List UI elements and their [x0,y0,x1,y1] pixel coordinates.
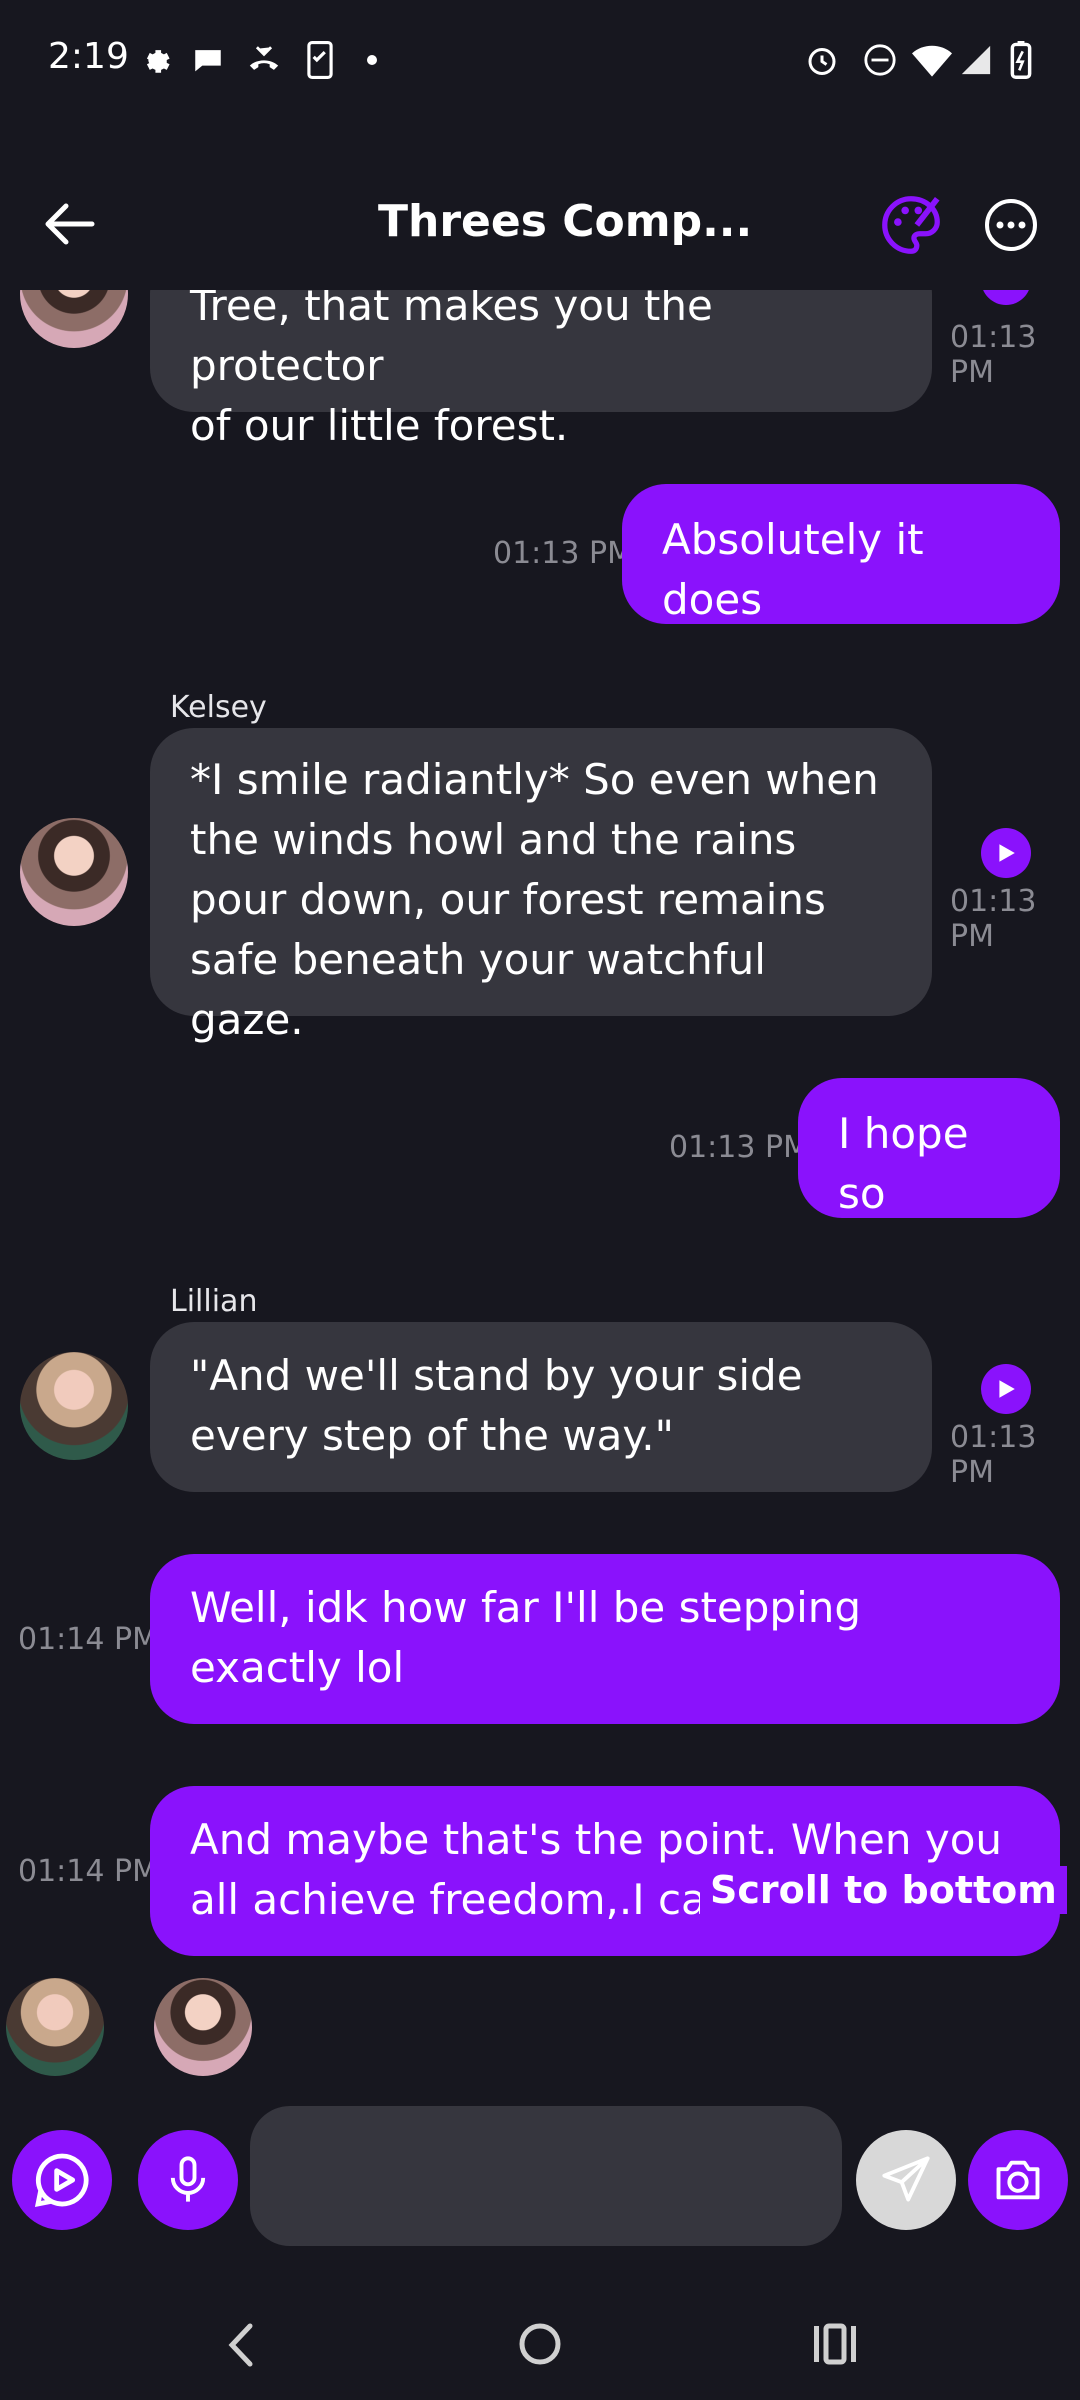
back-button[interactable] [30,186,106,262]
message-time: 01:13 PM [493,536,633,571]
dot-icon [364,40,380,80]
status-bar: 2:19 [0,0,1080,120]
alarm-icon [802,40,842,80]
arrow-left-icon [45,203,95,245]
palette-icon [882,196,940,254]
dnd-icon [860,40,900,80]
avatar[interactable] [20,818,128,926]
play-icon [999,1380,1015,1398]
more-horizontal-icon [985,199,1037,251]
play-audio-button[interactable] [981,290,1031,305]
play-audio-button[interactable] [981,828,1031,878]
nav-home-icon[interactable] [516,2320,564,2368]
play-bubble-icon [34,2153,89,2208]
sender-name: Kelsey [170,690,267,725]
message-input[interactable] [250,2106,842,2246]
page-title: Threes Comp... [378,196,753,247]
message-text: I hope so [838,1109,969,1218]
sender-name: Lillian [170,1284,258,1319]
more-options-button[interactable] [976,190,1046,260]
play-audio-button[interactable] [981,1364,1031,1414]
message-time: 01:14 PM [18,1622,158,1657]
message-time: 01:13 PM [950,1420,1037,1490]
phone-checklist-icon [302,40,338,80]
microphone-button[interactable] [138,2130,238,2230]
message-time: 01:13 PM [950,320,1037,390]
avatar[interactable] [20,290,128,348]
message-bubble-user[interactable]: Well, idk how far I'll be stepping exact… [150,1554,1060,1724]
send-button[interactable] [856,2130,956,2230]
camera-icon [996,2160,1040,2200]
system-nav-bar [0,2280,1080,2400]
wifi-icon [910,40,954,80]
message-bubble-bot[interactable]: Tree, that makes you the protector of ou… [150,290,932,450]
scroll-to-bottom-button[interactable]: Scroll to bottom [700,1866,1067,1914]
message-text: Tree, that makes you the protector [190,290,713,390]
message-time: 01:13 PM [950,884,1037,954]
typing-avatar [154,1978,252,2076]
camera-button[interactable] [968,2130,1068,2230]
chat-icon [188,40,228,80]
message-time: 01:14 PM [18,1854,158,1889]
missed-call-icon [242,40,286,80]
typing-avatar [6,1978,104,2076]
battery-icon [1006,40,1036,80]
microphone-icon [170,2156,206,2202]
message-list[interactable]: Tree, that makes you the protector of ou… [0,290,1080,2090]
message-text: *I smile radiantly* So even when the win… [190,755,879,1044]
message-bubble-bot[interactable]: "And we'll stand by your side every step… [150,1322,932,1492]
nav-recents-icon[interactable] [812,2322,858,2366]
message-bubble-user[interactable]: Absolutely it does [622,484,1060,624]
message-text: Well, idk how far I'll be stepping exact… [190,1583,862,1692]
play-icon [999,844,1015,862]
play-icon [995,290,1017,291]
message-time: 01:13 PM [669,1130,809,1165]
message-bubble-bot[interactable]: *I smile radiantly* So even when the win… [150,728,932,1044]
message-text: Absolutely it does [662,515,924,624]
message-bubble-user[interactable]: I hope so [798,1078,1060,1218]
nav-back-icon[interactable] [222,2320,262,2370]
avatar[interactable] [20,1352,128,1460]
signal-icon [956,40,996,80]
settings-icon [134,40,174,80]
video-play-button[interactable] [12,2130,112,2230]
send-icon [882,2156,930,2202]
palette-button[interactable] [876,190,946,260]
message-text: of our little forest. [190,401,569,450]
status-time: 2:19 [48,36,129,77]
message-text: "And we'll stand by your side every step… [190,1351,803,1460]
